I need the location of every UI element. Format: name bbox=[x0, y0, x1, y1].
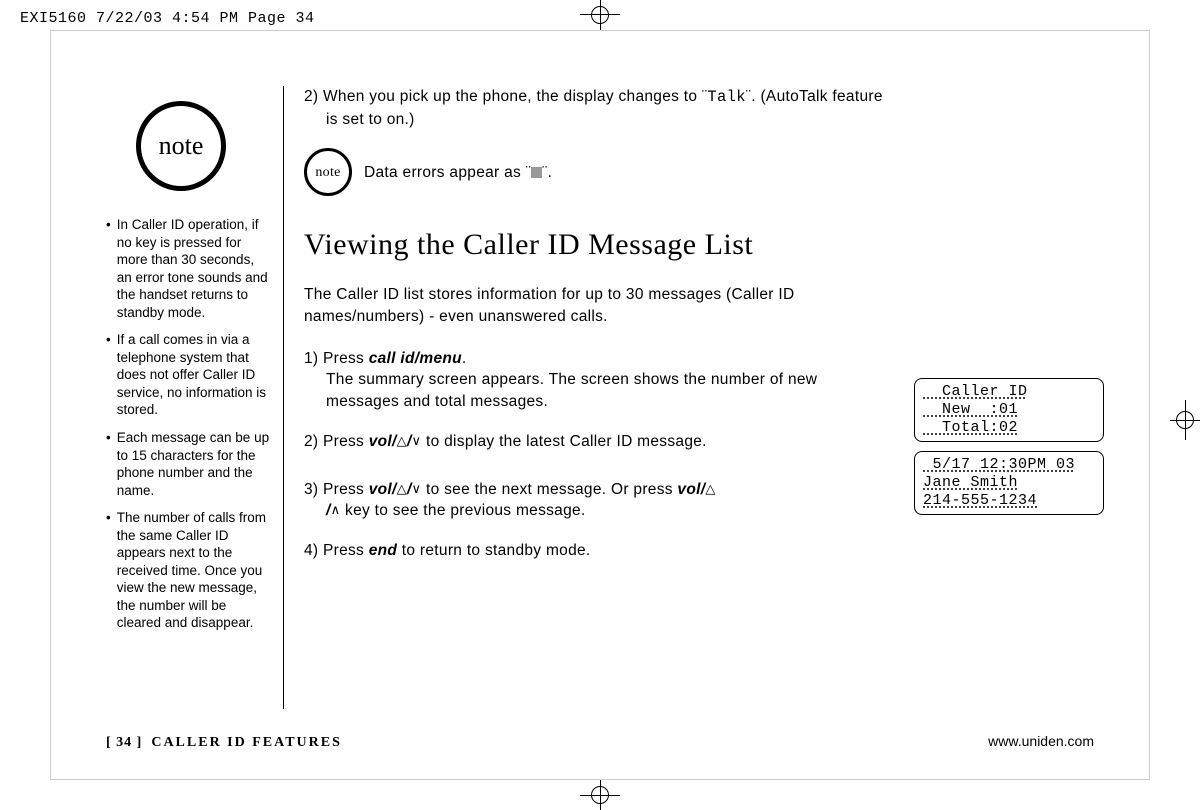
main-content: 2) When you pick up the phone, the displ… bbox=[284, 86, 1094, 709]
page-footer: [ 34 ] CALLER ID FEATURES www.uniden.com bbox=[106, 733, 1094, 751]
prior-step-2: 2) When you pick up the phone, the displ… bbox=[304, 86, 1094, 130]
crop-mark-right bbox=[1170, 400, 1200, 440]
note-item: If a call comes in via a telephone syste… bbox=[106, 331, 271, 419]
note-item: The number of calls from the same Caller… bbox=[106, 509, 271, 632]
lcd-screen-detail: 5/17 12:30PM 03 Jane Smith 214-555-1234 bbox=[914, 451, 1104, 515]
bell-icon: △ bbox=[397, 482, 407, 495]
step-2: 2) Press vol/△/∨ to display the latest C… bbox=[304, 431, 864, 453]
intro-text: The Caller ID list stores information fo… bbox=[304, 284, 914, 327]
crop-mark-bottom bbox=[580, 780, 620, 810]
sidebar-notes: note In Caller ID operation, if no key i… bbox=[106, 86, 284, 709]
note-icon-small: note bbox=[304, 148, 352, 196]
square-glyph-icon bbox=[531, 167, 542, 178]
up-arrow-icon: ∧ bbox=[331, 503, 341, 516]
down-arrow-icon: ∨ bbox=[412, 434, 422, 447]
step-4: 4) Press end to return to standby mode. bbox=[304, 540, 1094, 562]
page-frame: note In Caller ID operation, if no key i… bbox=[50, 30, 1150, 780]
footer-url: www.uniden.com bbox=[988, 733, 1094, 749]
bell-icon: △ bbox=[705, 482, 715, 495]
section-title: Viewing the Caller ID Message List bbox=[304, 224, 1094, 266]
note-item: Each message can be up to 15 characters … bbox=[106, 429, 271, 499]
note-icon: note bbox=[136, 101, 226, 191]
crop-mark-top bbox=[580, 0, 620, 30]
section-name: CALLER ID FEATURES bbox=[151, 735, 342, 750]
page-number: [ 34 ] bbox=[106, 735, 142, 750]
bell-icon: △ bbox=[397, 434, 407, 447]
note-item: In Caller ID operation, if no key is pre… bbox=[106, 216, 271, 321]
inline-note: note Data errors appear as ¨¨. bbox=[304, 148, 1094, 196]
lcd-screen-summary: Caller ID New :01 Total:02 bbox=[914, 378, 1104, 442]
step-3: 3) Press vol/△/∨ to see the next message… bbox=[304, 479, 864, 522]
down-arrow-icon: ∨ bbox=[412, 482, 422, 495]
step-1: 1) Press call id/menu. The summary scree… bbox=[304, 348, 864, 413]
